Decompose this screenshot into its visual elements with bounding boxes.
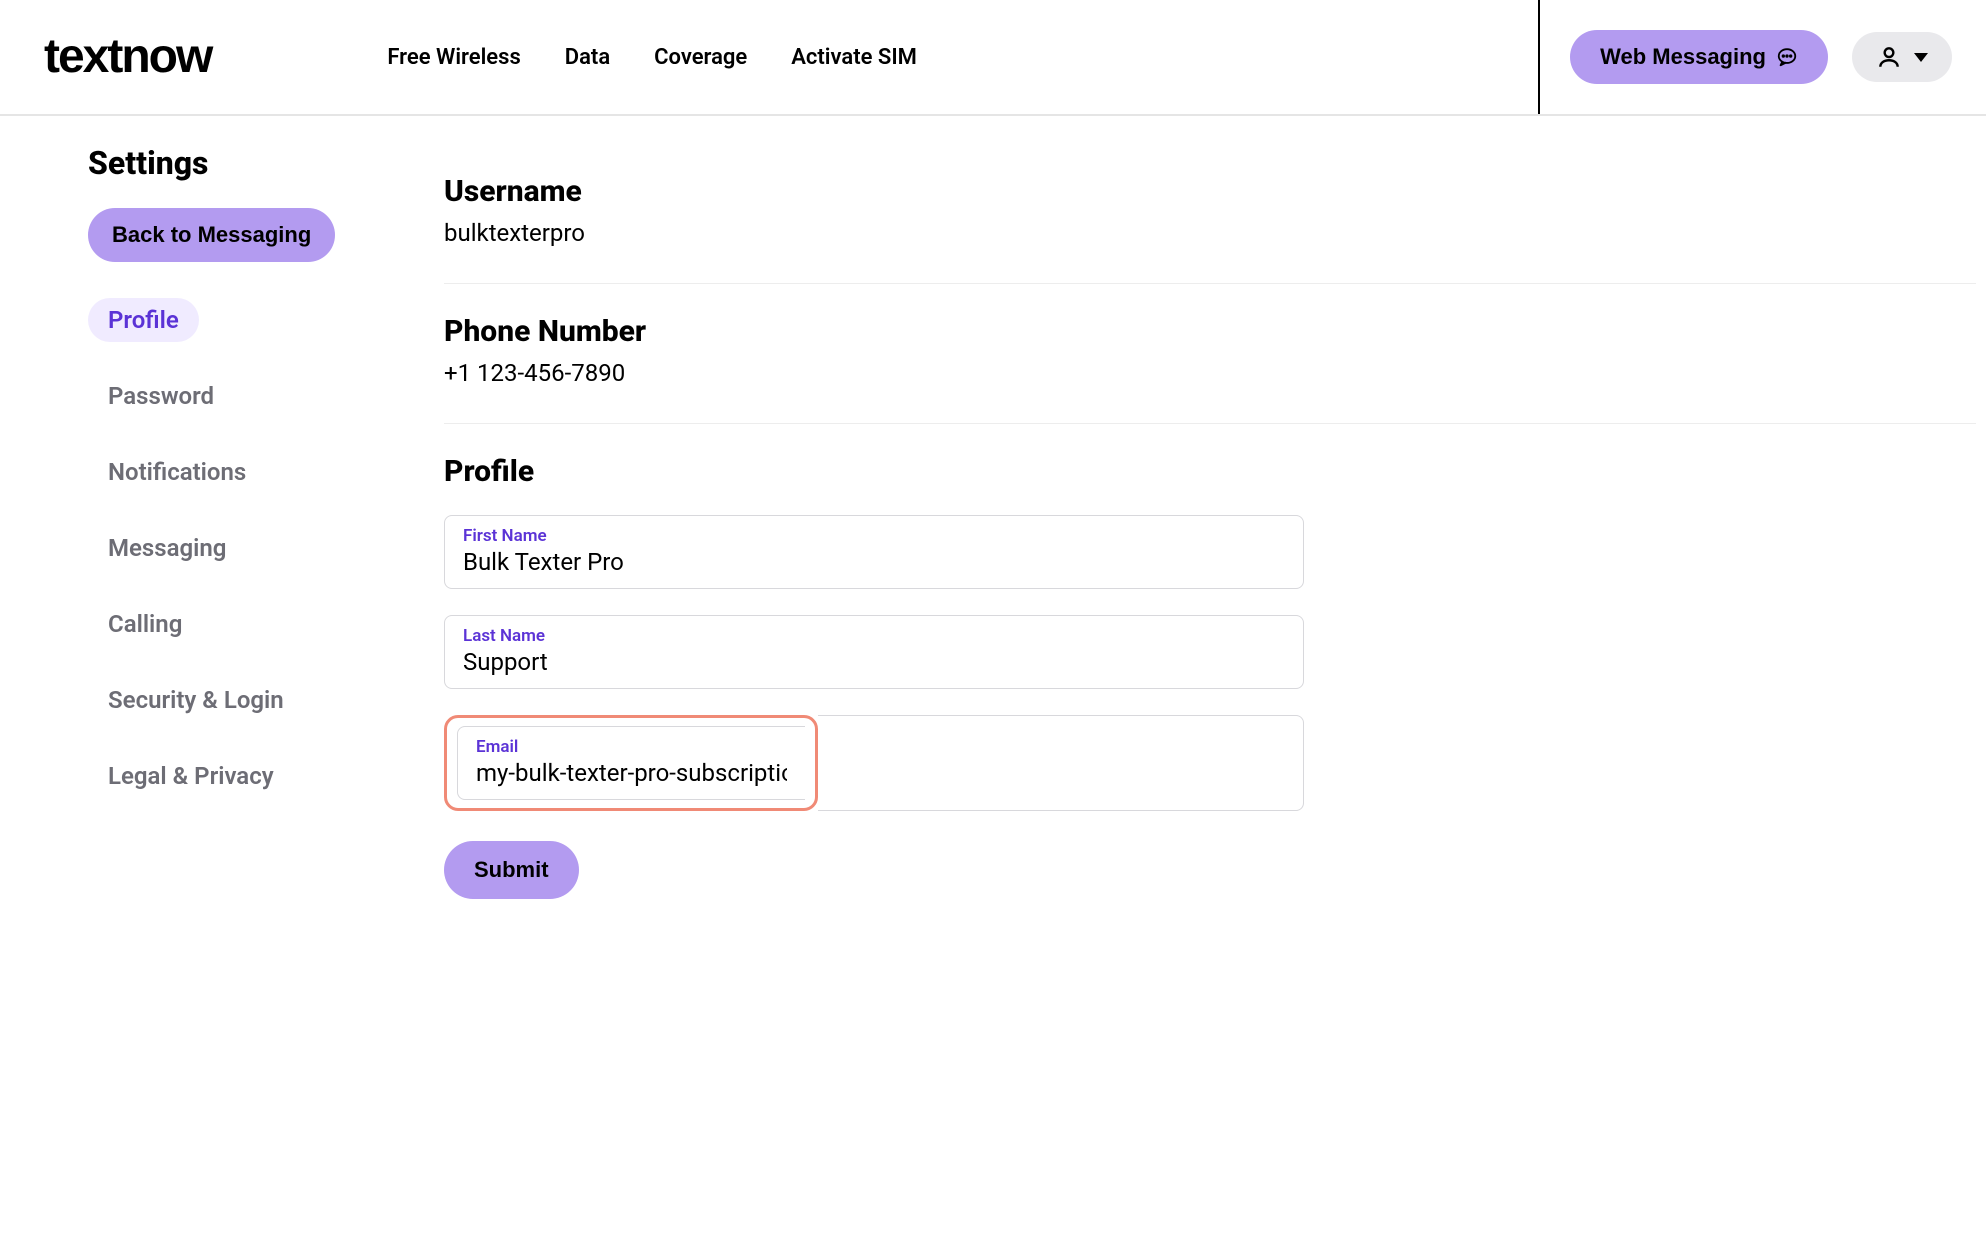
email-field-wrap: Email bbox=[457, 726, 805, 800]
profile-heading: Profile bbox=[444, 454, 1976, 489]
email-row: Email bbox=[444, 715, 1304, 811]
sidebar-item-password[interactable]: Password bbox=[88, 374, 234, 418]
sidebar-item-profile[interactable]: Profile bbox=[88, 298, 199, 342]
web-messaging-button[interactable]: Web Messaging bbox=[1570, 30, 1828, 84]
section-username: Username bulktexterpro bbox=[444, 144, 1976, 284]
last-name-field-wrap: Last Name bbox=[444, 615, 1304, 689]
user-icon bbox=[1876, 44, 1902, 70]
last-name-label: Last Name bbox=[463, 626, 1285, 646]
username-value: bulktexterpro bbox=[444, 219, 1976, 247]
header-left: textnow Free Wireless Data Coverage Acti… bbox=[0, 33, 917, 81]
sidebar-item-legal[interactable]: Legal & Privacy bbox=[88, 754, 294, 798]
first-name-label: First Name bbox=[463, 526, 1285, 546]
sidebar-item-calling[interactable]: Calling bbox=[88, 602, 202, 646]
sidebar-item-security[interactable]: Security & Login bbox=[88, 678, 304, 722]
header-right: Web Messaging bbox=[1538, 0, 1986, 114]
email-input[interactable] bbox=[476, 759, 787, 787]
section-phone: Phone Number +1 123-456-7890 bbox=[444, 284, 1976, 424]
chat-icon bbox=[1776, 46, 1798, 68]
web-messaging-label: Web Messaging bbox=[1600, 44, 1766, 70]
last-name-input[interactable] bbox=[463, 648, 1285, 676]
nav-activate-sim[interactable]: Activate SIM bbox=[791, 45, 917, 70]
email-highlight: Email bbox=[444, 715, 818, 811]
nav-data[interactable]: Data bbox=[565, 45, 610, 70]
app-header: textnow Free Wireless Data Coverage Acti… bbox=[0, 0, 1986, 116]
top-nav: Free Wireless Data Coverage Activate SIM bbox=[387, 45, 917, 70]
username-heading: Username bbox=[444, 174, 1976, 209]
submit-button[interactable]: Submit bbox=[444, 841, 579, 899]
section-profile: Profile First Name Last Name Email bbox=[444, 424, 1976, 935]
email-field-right bbox=[818, 715, 1304, 811]
phone-heading: Phone Number bbox=[444, 314, 1976, 349]
logo[interactable]: textnow bbox=[44, 33, 211, 81]
sidebar-title: Settings bbox=[88, 144, 348, 182]
phone-value: +1 123-456-7890 bbox=[444, 359, 1976, 387]
back-to-messaging-button[interactable]: Back to Messaging bbox=[88, 208, 335, 262]
first-name-field-wrap: First Name bbox=[444, 515, 1304, 589]
first-name-input[interactable] bbox=[463, 548, 1285, 576]
settings-nav: Profile Password Notifications Messaging… bbox=[88, 298, 348, 798]
email-label: Email bbox=[476, 737, 787, 757]
user-menu[interactable] bbox=[1852, 32, 1952, 82]
sidebar-item-notifications[interactable]: Notifications bbox=[88, 450, 266, 494]
nav-coverage[interactable]: Coverage bbox=[654, 45, 747, 70]
settings-sidebar: Settings Back to Messaging Profile Passw… bbox=[88, 144, 348, 935]
settings-content: Username bulktexterpro Phone Number +1 1… bbox=[348, 144, 1986, 935]
sidebar-item-messaging[interactable]: Messaging bbox=[88, 526, 246, 570]
chevron-down-icon bbox=[1914, 53, 1928, 62]
nav-free-wireless[interactable]: Free Wireless bbox=[387, 45, 520, 70]
main: Settings Back to Messaging Profile Passw… bbox=[0, 116, 1986, 995]
